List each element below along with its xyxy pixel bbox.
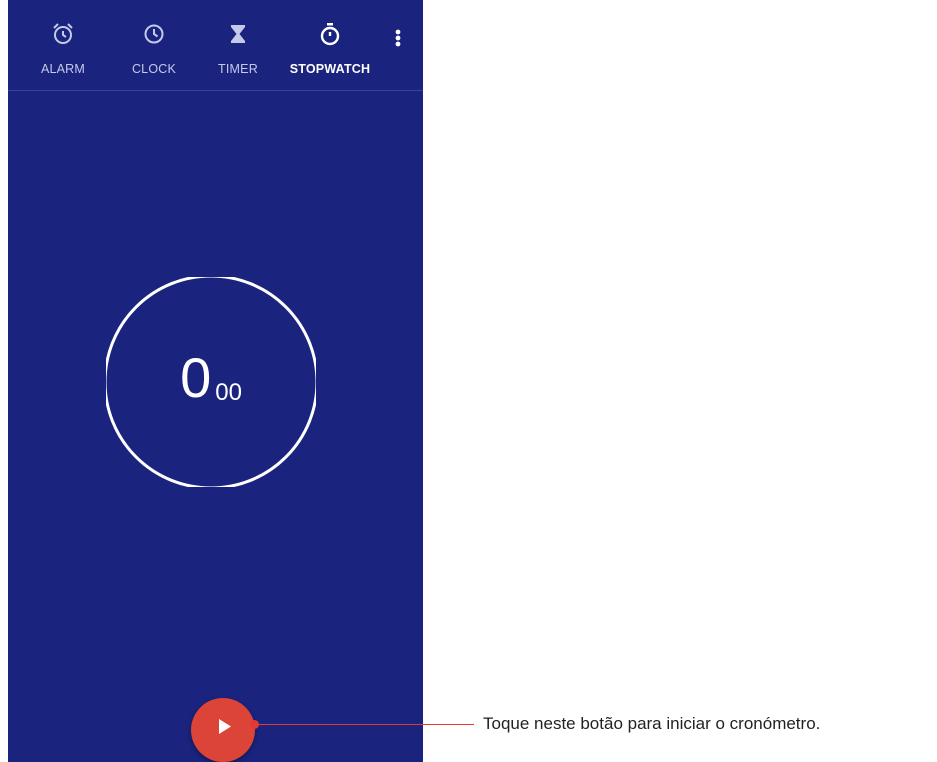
tab-clock[interactable]: CLOCK [109,0,199,90]
more-vert-icon[interactable] [390,24,406,52]
tab-alarm-label: ALARM [40,62,86,76]
alarm-icon [53,23,73,44]
tab-alarm[interactable]: ALARM [18,0,108,90]
tab-clock-label: CLOCK [131,62,177,76]
callout-pointer-line [254,724,474,725]
tab-timer-label: TIMER [218,62,258,76]
stopwatch-display: 0 00 [106,277,316,487]
tab-stopwatch-label: STOPWATCH [289,62,371,76]
stopwatch-screen: ALARM CLOCK TIMER STOPWATCH 0 00 [8,0,423,762]
stopwatch-seconds: 0 [180,346,212,409]
start-button[interactable] [191,698,255,762]
play-icon [219,719,231,734]
tab-stopwatch[interactable]: STOPWATCH [285,0,375,90]
tab-timer[interactable]: TIMER [193,0,283,90]
hourglass-icon [231,25,245,43]
stopwatch-hundredths: 00 [215,379,242,406]
tab-bar: ALARM CLOCK TIMER STOPWATCH [8,0,423,91]
stopwatch-icon [320,23,340,46]
clock-icon [144,24,164,44]
callout-text: Toque neste botão para iniciar o cronóme… [483,714,821,733]
